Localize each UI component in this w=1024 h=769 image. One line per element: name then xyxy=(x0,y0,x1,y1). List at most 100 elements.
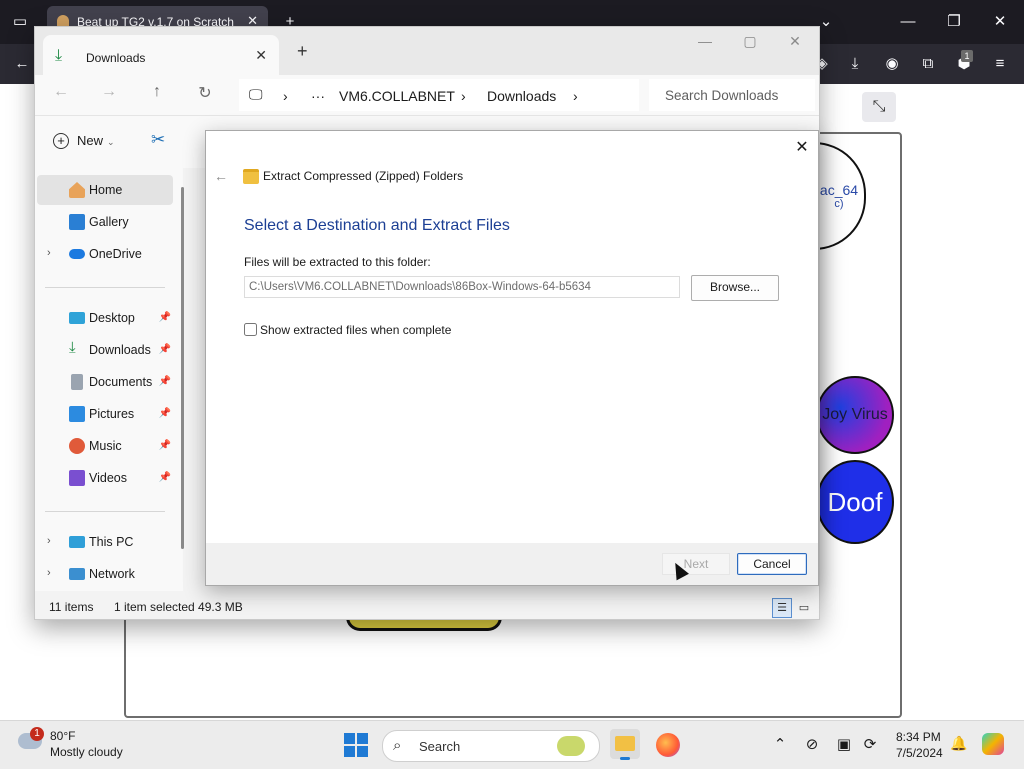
new-tab-plus-icon[interactable]: + xyxy=(297,41,308,62)
close-browser-icon[interactable]: ✕ xyxy=(988,10,1012,34)
cut-scissors-icon[interactable]: ✂ xyxy=(151,130,165,150)
refresh-icon[interactable]: ↻ xyxy=(193,83,217,103)
tiles-view-icon[interactable]: ▭ xyxy=(794,598,814,618)
copilot-icon[interactable] xyxy=(982,733,1004,755)
pictures-icon xyxy=(69,406,85,422)
sprite-top-sub: c) xyxy=(834,198,844,210)
exit-fullscreen-icon[interactable]: ⤡ xyxy=(862,92,896,122)
taskbar-search[interactable]: ⌕ Search xyxy=(382,730,600,762)
back-arrow-icon[interactable]: ← xyxy=(214,168,228,184)
start-windows-icon[interactable] xyxy=(344,733,368,757)
forward-arrow-icon[interactable]: → xyxy=(97,83,121,101)
breadcrumb-chevron-icon: › xyxy=(283,88,288,104)
nav-item-desktop[interactable]: Desktop 📌 xyxy=(37,303,173,333)
back-arrow-icon[interactable]: ← xyxy=(49,83,73,101)
explorer-addressbar: ← → ↑ ↻ 🖵 › ··· VM6.COLLABNET › Download… xyxy=(35,75,819,115)
new-button-label: New xyxy=(77,133,104,148)
address-bar[interactable]: 🖵 › ··· VM6.COLLABNET › Downloads › xyxy=(239,79,639,111)
nav-item-gallery[interactable]: Gallery xyxy=(37,207,173,237)
weather-badge: 1 xyxy=(30,727,44,741)
nav-item-music[interactable]: Music 📌 xyxy=(37,431,173,461)
nav-item-downloads[interactable]: ⤓ Downloads 📌 xyxy=(37,335,173,365)
clock-time[interactable]: 8:34 PM xyxy=(896,730,941,744)
clock-date[interactable]: 7/5/2024 xyxy=(896,746,943,760)
this-pc-icon xyxy=(69,536,85,548)
account-icon[interactable]: ◉ xyxy=(880,52,904,76)
pin-icon[interactable]: 📌 xyxy=(159,408,171,419)
pin-icon[interactable]: 📌 xyxy=(159,376,171,387)
breadcrumb-chevron-icon: › xyxy=(573,88,578,104)
sprite-top[interactable]: ac_64 c) xyxy=(814,142,866,250)
up-arrow-icon[interactable]: ↑ xyxy=(145,83,169,101)
nav-scrollbar[interactable] xyxy=(181,187,184,549)
breadcrumb-segment-downloads[interactable]: Downloads xyxy=(487,88,556,104)
new-button[interactable]: + New ⌄ xyxy=(53,133,115,149)
nav-item-this-pc[interactable]: › This PC xyxy=(37,527,173,557)
nav-item-label: Gallery xyxy=(89,215,129,229)
chevron-right-icon[interactable]: › xyxy=(47,247,51,259)
nav-item-home[interactable]: Home xyxy=(37,175,173,205)
menu-icon[interactable]: ≡ xyxy=(988,52,1012,76)
browse-button[interactable]: Browse... xyxy=(691,275,779,301)
pin-icon[interactable]: 📌 xyxy=(159,472,171,483)
close-tab-icon[interactable]: ✕ xyxy=(255,47,267,64)
breadcrumb-segment-vm6[interactable]: VM6.COLLABNET xyxy=(339,88,455,104)
documents-icon xyxy=(71,374,83,390)
notification-bell-icon[interactable]: 🔔 xyxy=(950,735,967,752)
maximize-icon[interactable]: ▢ xyxy=(740,33,760,50)
extensions-icon[interactable]: ⧉ xyxy=(916,52,940,76)
close-dialog-icon[interactable]: ✕ xyxy=(792,137,812,157)
show-extracted-checkbox[interactable] xyxy=(244,323,257,336)
nav-item-label: Documents xyxy=(89,375,153,389)
extract-dialog: ✕ ← Extract Compressed (Zipped) Folders … xyxy=(205,130,819,586)
nav-item-pictures[interactable]: Pictures 📌 xyxy=(37,399,173,429)
browser-back-icon[interactable]: ← xyxy=(10,52,34,76)
nav-item-documents[interactable]: Documents 📌 xyxy=(37,367,173,397)
pin-icon[interactable]: 📌 xyxy=(159,440,171,451)
nav-item-label: Pictures xyxy=(89,407,135,421)
onedrive-cloud-icon xyxy=(69,249,85,259)
weather-temperature[interactable]: 80°F xyxy=(50,729,75,743)
chevron-down-icon: ⌄ xyxy=(107,137,115,147)
minimize-icon[interactable]: — xyxy=(695,33,715,49)
nav-item-onedrive[interactable]: › OneDrive xyxy=(37,239,173,269)
taskbar-firefox-icon[interactable] xyxy=(656,733,680,757)
dialog-heading: Select a Destination and Extract Files xyxy=(244,217,510,234)
zip-folder-icon xyxy=(243,169,259,184)
chevron-right-icon[interactable]: › xyxy=(47,535,51,547)
search-input[interactable]: Search Downloads xyxy=(649,79,815,111)
home-icon xyxy=(69,182,85,198)
explorer-tab[interactable]: ⤓ Downloads ✕ xyxy=(43,35,279,75)
tray-chevron-up-icon[interactable]: ⌃ xyxy=(770,735,790,753)
explorer-titlebar: ⤓ Downloads ✕ + — ▢ ✕ xyxy=(35,27,819,75)
pin-icon[interactable]: 📌 xyxy=(159,312,171,323)
nav-item-network[interactable]: › Network xyxy=(37,559,173,589)
close-window-icon[interactable]: ✕ xyxy=(785,33,805,50)
show-extracted-label[interactable]: Show extracted files when complete xyxy=(260,323,451,337)
download-icon[interactable]: ⤓ xyxy=(843,52,867,76)
taskbar-file-explorer-icon[interactable] xyxy=(610,729,640,760)
taskbar: 1 80°F Mostly cloudy ⌕ Search ⌃ ⊘ ▣ ⟳ 8:… xyxy=(0,720,1024,769)
breadcrumb-ellipsis[interactable]: ··· xyxy=(311,88,325,104)
items-count: 11 items xyxy=(49,600,94,614)
tab-list-icon[interactable]: ▭ xyxy=(8,10,32,34)
tray-network-off-icon[interactable]: ⊘ xyxy=(802,735,822,753)
cancel-button[interactable]: Cancel xyxy=(737,553,807,575)
destination-path-input[interactable] xyxy=(244,276,680,298)
plus-circle-icon: + xyxy=(53,133,69,149)
nav-divider xyxy=(45,511,165,512)
weather-description[interactable]: Mostly cloudy xyxy=(50,745,123,759)
minimize-browser-icon[interactable]: — xyxy=(896,10,920,34)
sprite-doof[interactable]: Doof xyxy=(816,460,894,544)
dialog-footer: Next Cancel xyxy=(206,543,818,585)
details-view-icon[interactable]: ☰ xyxy=(772,598,792,618)
pin-icon[interactable]: 📌 xyxy=(159,344,171,355)
chevron-right-icon[interactable]: › xyxy=(47,567,51,579)
nav-item-videos[interactable]: Videos 📌 xyxy=(37,463,173,493)
search-placeholder: Search Downloads xyxy=(665,88,779,103)
sprite-joy-virus[interactable]: Joy Virus xyxy=(816,376,894,454)
restore-browser-icon[interactable]: ❐ xyxy=(942,10,966,34)
nav-item-label: OneDrive xyxy=(89,247,142,261)
tray-display-icon[interactable]: ▣ xyxy=(834,735,854,753)
tray-sync-icon[interactable]: ⟳ xyxy=(860,735,880,753)
